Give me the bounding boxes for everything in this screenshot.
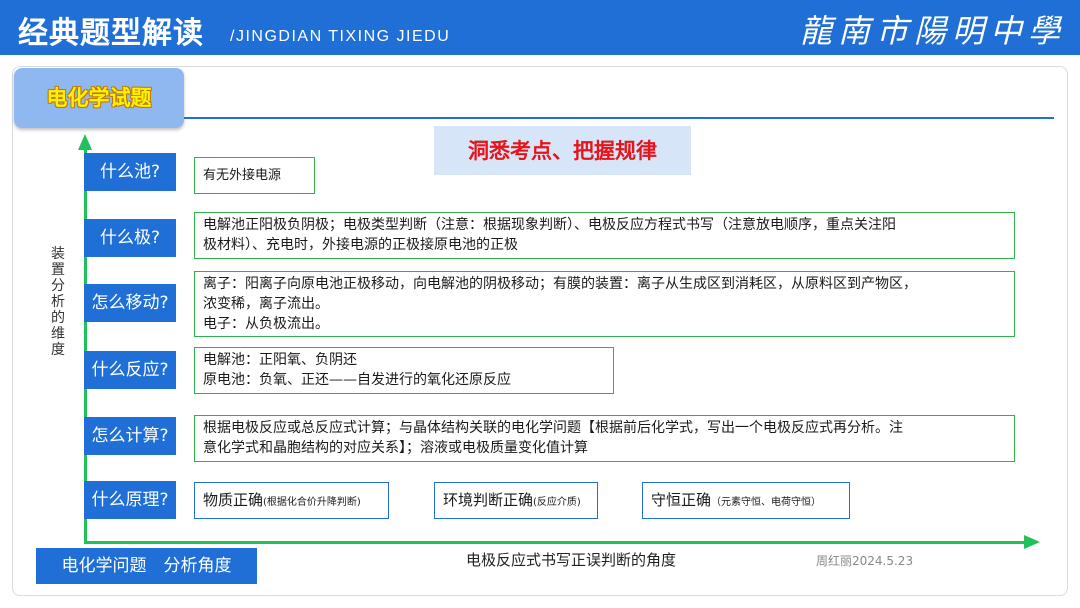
x-axis-line xyxy=(84,541,1028,544)
question-label-electrode: 什么极? xyxy=(84,219,176,257)
answer-box-migration: 离子：阳离子向原电池正极移动，向电解池的阴极移动；有膜的装置：离子从生成区到消耗… xyxy=(194,271,1015,337)
motto-text: 洞悉考点、把握规律 xyxy=(468,138,657,163)
question-label-calculation: 怎么计算? xyxy=(84,417,176,455)
answer-line: 电解池：正阳氧、负阴还 xyxy=(203,352,357,368)
answer-line: 意化学式和晶胞结构的对应关系】；溶液或电极质量变化值计算 xyxy=(203,440,588,456)
question-label-reaction: 什么反应? xyxy=(84,351,176,389)
answer-box-electrode: 电解池正阳极负阴极；电极类型判断（注意：根据现象判断）、电极反应方程式书写（注意… xyxy=(194,212,1015,259)
answer-box-reaction: 电解池：正阳氧、负阴还 原电池：负氧、正还——自发进行的氧化还原反应 xyxy=(194,347,614,394)
principle-box-environment: 环境判断正确(反应介质) xyxy=(434,482,598,519)
principle-note: (根据化合价升降判断) xyxy=(263,497,361,508)
principle-main: 环境判断正确 xyxy=(443,491,534,509)
topic-underline xyxy=(184,117,1054,119)
category-label: 电化学问题 分析角度 xyxy=(36,548,257,584)
x-axis-arrow-icon xyxy=(1024,535,1040,549)
school-logo: 龍南市陽明中學 xyxy=(799,12,1066,50)
answer-line: 电解池正阳极负阴极；电极类型判断（注意：根据现象判断）、电极反应方程式书写（注意… xyxy=(203,217,896,233)
topic-tab-label: 电化学试题 xyxy=(46,86,152,110)
topic-tab: 电化学试题 xyxy=(14,68,184,128)
answer-line: 根据电极反应或总反应式计算；与晶体结构关联的电化学问题【根据前后化学式，写出一个… xyxy=(203,420,903,436)
question-label-pool-type: 什么池? xyxy=(84,153,176,191)
answer-line: 离子：阳离子向原电池正极移动，向电解池的阴极移动；有膜的装置：离子从生成区到消耗… xyxy=(203,276,917,292)
answer-line: 有无外接电源 xyxy=(203,168,282,183)
motto-box: 洞悉考点、把握规律 xyxy=(434,126,691,175)
answer-line: 原电池：负氧、正还——自发进行的氧化还原反应 xyxy=(203,372,511,388)
question-label-migration: 怎么移动? xyxy=(84,284,176,322)
answer-box-calculation: 根据电极反应或总反应式计算；与晶体结构关联的电化学问题【根据前后化学式，写出一个… xyxy=(194,415,1015,462)
answer-line: 电子：从负极流出。 xyxy=(203,316,329,332)
principle-main: 物质正确 xyxy=(203,491,264,509)
x-axis-label: 电极反应式书写正误判断的角度 xyxy=(466,551,677,569)
y-axis-arrow-icon xyxy=(78,134,92,150)
principle-box-conservation: 守恒正确（元素守恒、电荷守恒） xyxy=(642,482,850,519)
header-bar: 经典题型解读 /JINGDIAN TIXING JIEDU 龍南市陽明中學 xyxy=(0,0,1080,55)
answer-box-pool-type: 有无外接电源 xyxy=(194,157,315,194)
principle-note: （元素守恒、电荷守恒） xyxy=(711,497,822,508)
question-label-principle: 什么原理? xyxy=(84,481,176,519)
author-date: 周红丽2024.5.23 xyxy=(816,554,914,568)
answer-line: 浓变稀，离子流出。 xyxy=(203,296,329,312)
header-subtitle: /JINGDIAN TIXING JIEDU xyxy=(230,28,451,45)
y-axis-label: 装置分析的维度 xyxy=(51,246,65,358)
principle-main: 守恒正确 xyxy=(651,491,712,509)
principle-note: (反应介质) xyxy=(533,497,581,508)
header-title: 经典题型解读 xyxy=(18,16,204,51)
answer-line: 极材料）、充电时，外接电源的正极接原电池的正极 xyxy=(203,237,518,253)
principle-box-substance: 物质正确(根据化合价升降判断) xyxy=(194,482,389,519)
